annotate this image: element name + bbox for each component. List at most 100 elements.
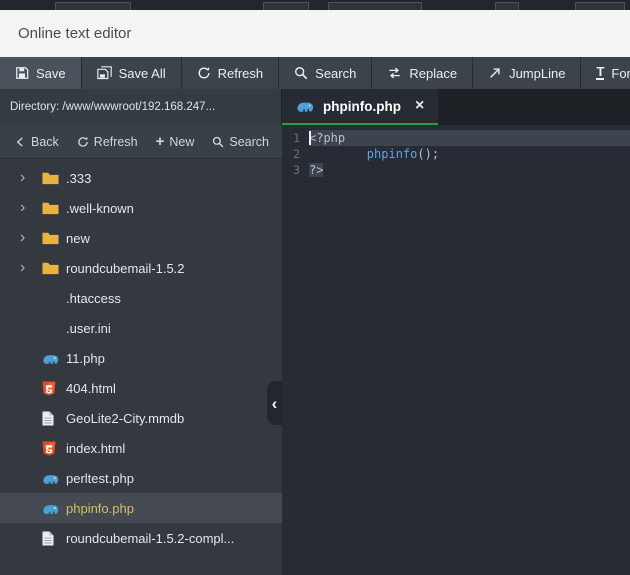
folder-icon — [42, 231, 66, 245]
php-icon — [42, 502, 66, 515]
chevron-right-icon[interactable]: › — [20, 230, 42, 246]
tree-item-well-known[interactable]: › .well-known — [0, 193, 282, 223]
search-button[interactable]: Search — [279, 57, 373, 89]
replace-icon — [387, 66, 402, 80]
save-all-button[interactable]: Save All — [81, 57, 182, 89]
tree-item-label: .htaccess — [66, 290, 121, 306]
tree-item-label: GeoLite2-City.mmdb — [66, 410, 185, 426]
code-token: <?php — [309, 131, 346, 145]
tab-label: phpinfo.php — [323, 98, 401, 114]
tree-item-label: .333 — [66, 170, 92, 186]
code-token-function: phpinfo — [366, 147, 418, 161]
tree-item-geolite2-mmdb[interactable]: GeoLite2-City.mmdb — [0, 403, 282, 433]
search-label: Search — [315, 65, 357, 81]
font-button[interactable]: T Font — [581, 57, 630, 89]
tree-search-button[interactable]: Search — [203, 125, 278, 158]
tree-item-333[interactable]: › .333 — [0, 163, 282, 193]
code-token: (); — [417, 147, 440, 161]
tree-item-perltest-php[interactable]: perltest.php — [0, 463, 282, 493]
background-fragment — [263, 2, 309, 10]
tree-item-label: phpinfo.php — [66, 500, 134, 516]
editor-body: Back Refresh + New Search › .333 › .well… — [0, 125, 630, 575]
tree-item-label: new — [66, 230, 90, 246]
tree-item-roundcubemail[interactable]: › roundcubemail-1.5.2 — [0, 253, 282, 283]
tree-item-label: roundcubemail-1.5.2 — [66, 260, 185, 276]
new-label: New — [169, 134, 195, 149]
tab-bar: phpinfo.php × — [282, 89, 630, 125]
html-icon — [42, 381, 66, 396]
tree-refresh-button[interactable]: Refresh — [68, 125, 147, 158]
code-editor[interactable]: 1 <?php 2 phpinfo(); 3 ?> — [282, 125, 630, 575]
plus-icon: + — [155, 132, 165, 150]
code-line-content: phpinfo(); — [309, 146, 630, 162]
file-tree-toolbar: Back Refresh + New Search — [0, 125, 282, 159]
refresh-icon — [197, 66, 211, 80]
tree-item-user-ini[interactable]: .user.ini — [0, 313, 282, 343]
tree-item-htaccess[interactable]: .htaccess — [0, 283, 282, 313]
save-all-icon — [96, 65, 112, 81]
chevron-right-icon[interactable]: › — [20, 260, 42, 276]
replace-label: Replace — [409, 65, 458, 81]
tree-item-label: index.html — [66, 440, 126, 456]
background-fragment — [55, 2, 131, 10]
tree-item-new[interactable]: › new — [0, 223, 282, 253]
refresh-label: Refresh — [217, 65, 264, 81]
save-button[interactable]: Save — [0, 57, 82, 89]
tree-item-roundcubemail-archive[interactable]: roundcubemail-1.5.2-compl... — [0, 523, 282, 553]
code-line-1[interactable]: 1 <?php — [282, 130, 630, 146]
chevron-right-icon[interactable]: › — [20, 170, 42, 186]
code-line-2[interactable]: 2 phpinfo(); — [282, 146, 630, 162]
tree-item-phpinfo-php[interactable]: phpinfo.php — [0, 493, 282, 523]
directory-path-label: Directory: /www/wwwroot/192.168.247... — [10, 101, 216, 113]
save-icon — [15, 66, 29, 80]
html-icon — [42, 441, 66, 456]
line-number: 3 — [293, 163, 300, 177]
php-icon — [296, 99, 315, 113]
tab-phpinfo-php[interactable]: phpinfo.php × — [282, 89, 439, 125]
tree-item-11-php[interactable]: 11.php — [0, 343, 282, 373]
jumpline-label: JumpLine — [509, 65, 566, 81]
jumpline-icon — [488, 66, 502, 80]
jumpline-button[interactable]: JumpLine — [473, 57, 582, 89]
php-icon — [42, 352, 66, 365]
font-icon: T — [596, 64, 605, 80]
background-page-strip — [0, 0, 630, 10]
line-number: 2 — [293, 147, 300, 161]
folder-icon — [42, 171, 66, 185]
save-all-label: Save All — [118, 65, 166, 81]
code-line-3[interactable]: 3 ?> — [282, 162, 630, 178]
tree-item-label: roundcubemail-1.5.2-compl... — [66, 530, 235, 546]
editor-toolbar: Save Save All Refresh Search Replace Jum… — [0, 57, 630, 89]
chevron-left-icon: ‹ — [271, 393, 278, 413]
line-number: 1 — [293, 131, 300, 145]
back-icon — [15, 136, 26, 148]
font-label: Font — [611, 65, 630, 81]
online-text-editor-window: Online text editor Save Save All Refresh — [0, 0, 630, 575]
tree-item-label: 11.php — [66, 350, 105, 366]
path-tab-row: Directory: /www/wwwroot/192.168.247... p… — [0, 89, 630, 125]
new-file-button[interactable]: + New — [147, 125, 204, 158]
tree-item-label: perltest.php — [66, 470, 134, 486]
file-tree: › .333 › .well-known › new › roundcubema… — [0, 159, 282, 575]
tree-search-label: Search — [229, 134, 269, 149]
tree-item-index-html[interactable]: index.html — [0, 433, 282, 463]
replace-button[interactable]: Replace — [372, 57, 474, 89]
search-icon — [294, 66, 308, 80]
directory-path: Directory: /www/wwwroot/192.168.247... — [0, 89, 282, 125]
background-fragment — [575, 2, 625, 10]
chevron-right-icon[interactable]: › — [20, 200, 42, 216]
tree-refresh-label: Refresh — [93, 134, 138, 149]
tree-item-label: 404.html — [66, 380, 116, 396]
search-icon — [212, 136, 224, 148]
php-icon — [42, 472, 66, 485]
background-fragment — [328, 2, 422, 10]
close-tab-icon[interactable]: × — [415, 97, 424, 115]
refresh-button[interactable]: Refresh — [181, 57, 280, 89]
back-button[interactable]: Back — [6, 125, 68, 158]
tree-item-404-html[interactable]: 404.html — [0, 373, 282, 403]
modal-header: Online text editor — [0, 10, 630, 57]
background-fragment — [495, 2, 519, 10]
tree-item-label: .well-known — [66, 200, 134, 216]
collapse-panel-handle[interactable]: ‹ — [267, 381, 282, 425]
